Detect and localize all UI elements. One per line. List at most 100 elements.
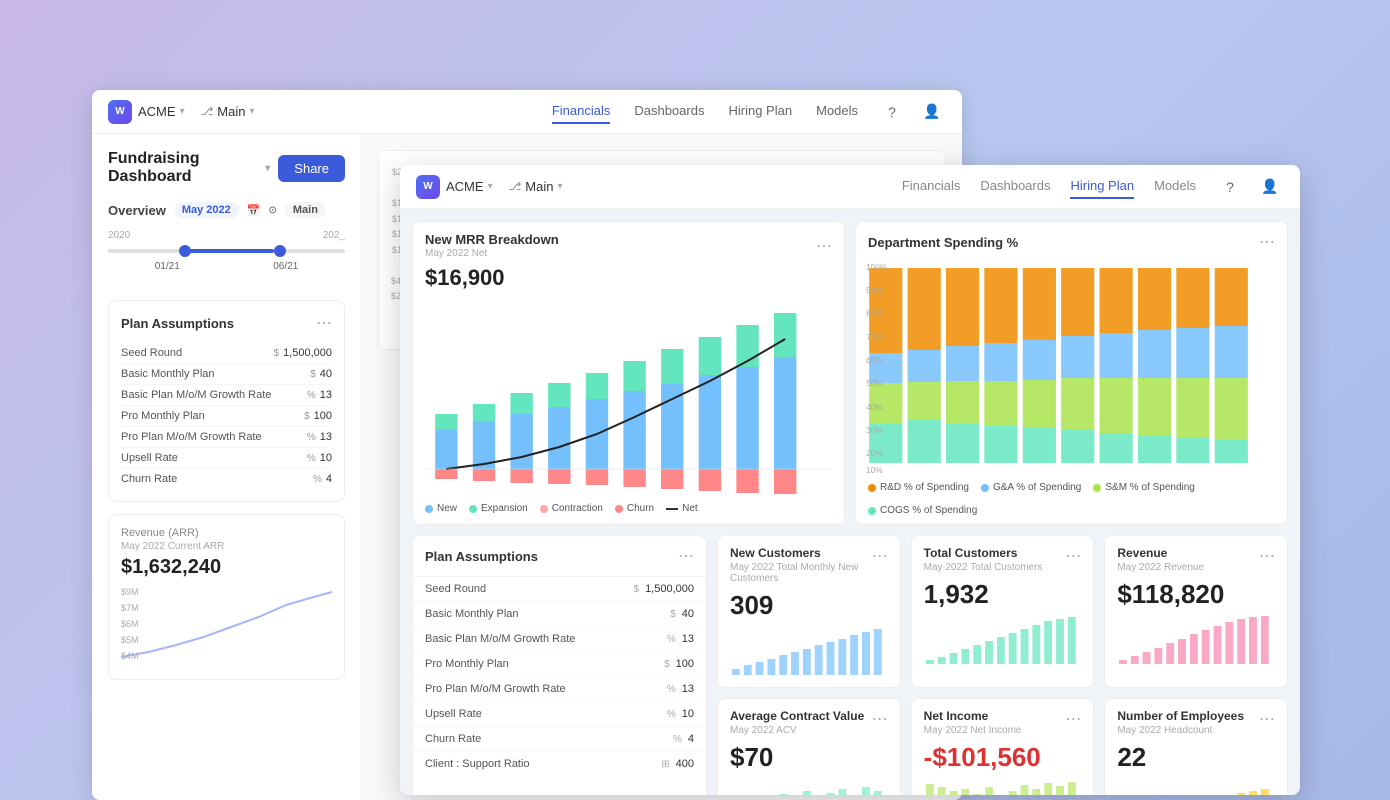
total-customers-chart: [924, 616, 1082, 666]
bg-tab-dashboards[interactable]: Dashboards: [634, 99, 704, 124]
kpi-grid: New Customers May 2022 Total Monthly New…: [717, 535, 1288, 795]
bg-branch-chevron: ▾: [249, 106, 254, 117]
overview-label: Overview May 2022 📅 ⊙ Main: [108, 202, 345, 218]
legend-net-line: [666, 508, 678, 510]
dept-menu[interactable]: ⋯: [1259, 232, 1275, 252]
fg-plan-row-7: Client : Support Ratio ⊞ 400: [413, 752, 706, 776]
fg-branch-chevron: ▾: [557, 181, 562, 192]
acv-value: $70: [730, 742, 888, 773]
legend-rd-dot: [868, 484, 876, 492]
fg-plan-menu[interactable]: ⋯: [678, 546, 694, 566]
fg-company-selector[interactable]: ACME ▾: [446, 179, 493, 194]
legend-churn-dot: [615, 505, 623, 513]
fg-nav: Financials Dashboards Hiring Plan Models: [902, 174, 1196, 199]
fg-plan-row-1: Basic Monthly Plan $ 40: [413, 602, 706, 627]
fg-user-icon[interactable]: 👤: [1256, 173, 1284, 201]
fg-content: New MRR Breakdown May 2022 Net ⋯ $16,900: [400, 209, 1300, 795]
acv-title: Average Contract Value: [730, 709, 864, 723]
slider-fill: [179, 249, 274, 253]
total-customers-subtitle: May 2022 Total Customers: [924, 562, 1043, 573]
fg-plan-row-0: Seed Round $ 1,500,000: [413, 577, 706, 602]
assumption-row-3: Pro Monthly Plan $ 100: [121, 406, 332, 427]
acv-subtitle: May 2022 ACV: [730, 725, 864, 736]
total-customers-card: Total Customers May 2022 Total Customers…: [911, 535, 1095, 688]
fg-header-icons: ? 👤: [1216, 173, 1284, 201]
svg-text:20%: 20%: [866, 449, 883, 458]
revenue-sublabel: May 2022 Current ARR: [121, 541, 332, 552]
new-customers-menu[interactable]: ⋯: [872, 546, 888, 566]
share-button[interactable]: Share: [278, 155, 345, 182]
acv-card: Average Contract Value May 2022 ACV ⋯ $7…: [717, 698, 901, 795]
net-income-title: Net Income: [924, 709, 1022, 723]
fg-row1: New MRR Breakdown May 2022 Net ⋯ $16,900: [412, 221, 1288, 525]
legend-new-dot: [425, 505, 433, 513]
total-customers-value: 1,932: [924, 579, 1082, 610]
bg-header: W ACME ▾ ⎇ Main ▾ Financials Dashboards …: [92, 90, 962, 134]
mrr-chart: [413, 299, 844, 499]
fg-header: W ACME ▾ ⎇ Main ▾ Financials Dashboards …: [400, 165, 1300, 209]
total-customers-menu[interactable]: ⋯: [1065, 546, 1081, 566]
fg-plan-row-3: Pro Monthly Plan $ 100: [413, 652, 706, 677]
fg-branch-icon: ⎇: [509, 180, 522, 193]
bg-user-icon[interactable]: 👤: [918, 98, 946, 126]
bg-sidebar: Fundraising Dashboard ▾ Share Overview M…: [92, 134, 362, 800]
revenue-label: Revenue (ARR): [121, 527, 332, 539]
fg-plan-card: Plan Assumptions ⋯ Seed Round $ 1,500,00…: [412, 535, 707, 795]
new-customers-subtitle: May 2022 Total Monthly New Customers: [730, 562, 872, 584]
fg-branch-selector[interactable]: ⎇ Main ▾: [509, 179, 563, 194]
fg-plan-title: Plan Assumptions: [425, 549, 538, 564]
overview-section: Overview May 2022 📅 ⊙ Main 2020 202_: [108, 202, 345, 284]
bg-tab-hiring[interactable]: Hiring Plan: [728, 99, 792, 124]
date-slider[interactable]: 2020 202_ 01/21 06/21: [108, 226, 345, 284]
main-badge: Main: [285, 202, 326, 218]
bg-company-chevron: ▾: [180, 106, 185, 117]
revenue-kpi-menu[interactable]: ⋯: [1259, 546, 1275, 566]
legend-churn: Churn: [615, 503, 654, 514]
bg-plan-rows: Seed Round $ 1,500,000 Basic Monthly Pla…: [121, 343, 332, 489]
date-badge[interactable]: May 2022: [174, 202, 239, 218]
fg-tab-hiring[interactable]: Hiring Plan: [1070, 174, 1134, 199]
fg-plan-header: Plan Assumptions ⋯: [413, 536, 706, 577]
bg-tab-financials[interactable]: Financials: [552, 99, 611, 124]
bg-company-selector[interactable]: ACME ▾: [138, 104, 185, 119]
bg-revenue-card: Revenue (ARR) May 2022 Current ARR $1,63…: [108, 514, 345, 680]
employees-menu[interactable]: ⋯: [1259, 709, 1275, 729]
assumption-row-2: Basic Plan M/o/M Growth Rate % 13: [121, 385, 332, 406]
fg-plan-rows: Seed Round $ 1,500,000 Basic Monthly Pla…: [413, 577, 706, 776]
fg-help-icon[interactable]: ?: [1216, 173, 1244, 201]
svg-text:100%: 100%: [866, 263, 887, 272]
slider-thumb-right[interactable]: [274, 245, 286, 257]
revenue-value: $1,632,240: [121, 556, 332, 579]
acv-chart: [730, 779, 888, 795]
assumption-row-5: Upsell Rate % 10: [121, 448, 332, 469]
svg-text:10%: 10%: [866, 466, 883, 475]
acv-menu[interactable]: ⋯: [872, 709, 888, 729]
fg-plan-row-2: Basic Plan M/o/M Growth Rate % 13: [413, 627, 706, 652]
svg-text:70%: 70%: [866, 333, 883, 342]
bg-plan-menu[interactable]: ⋯: [316, 313, 332, 333]
legend-rd: R&D % of Spending: [868, 482, 969, 493]
slider-track: [108, 249, 345, 253]
dept-chart: 100% 90% 80% 70% 60% 50% 40% 30% 20% 10%: [856, 258, 1287, 478]
legend-sm-dot: [1093, 484, 1101, 492]
net-income-menu[interactable]: ⋯: [1065, 709, 1081, 729]
legend-cogs: COGS % of Spending: [868, 505, 977, 516]
mrr-menu[interactable]: ⋯: [816, 236, 832, 256]
legend-expansion-dot: [469, 505, 477, 513]
fg-tab-models[interactable]: Models: [1154, 174, 1196, 199]
bg-tab-models[interactable]: Models: [816, 99, 858, 124]
fg-tab-financials[interactable]: Financials: [902, 174, 961, 199]
employees-subtitle: May 2022 Headcount: [1117, 725, 1244, 736]
new-customers-chart: [730, 627, 888, 677]
assumption-row-4: Pro Plan M/o/M Growth Rate % 13: [121, 427, 332, 448]
bg-help-icon[interactable]: ?: [878, 98, 906, 126]
compare-icon: ⊙: [268, 205, 276, 216]
employees-title: Number of Employees: [1117, 709, 1244, 723]
slider-thumb-left[interactable]: [179, 245, 191, 257]
bg-plan-title: Plan Assumptions: [121, 316, 234, 331]
fg-row2: Plan Assumptions ⋯ Seed Round $ 1,500,00…: [412, 535, 1288, 795]
fg-tab-dashboards[interactable]: Dashboards: [980, 174, 1050, 199]
bg-branch-selector[interactable]: ⎇ Main ▾: [201, 104, 255, 119]
mrr-card: New MRR Breakdown May 2022 Net ⋯ $16,900: [412, 221, 845, 525]
assumption-row-6: Churn Rate % 4: [121, 469, 332, 489]
